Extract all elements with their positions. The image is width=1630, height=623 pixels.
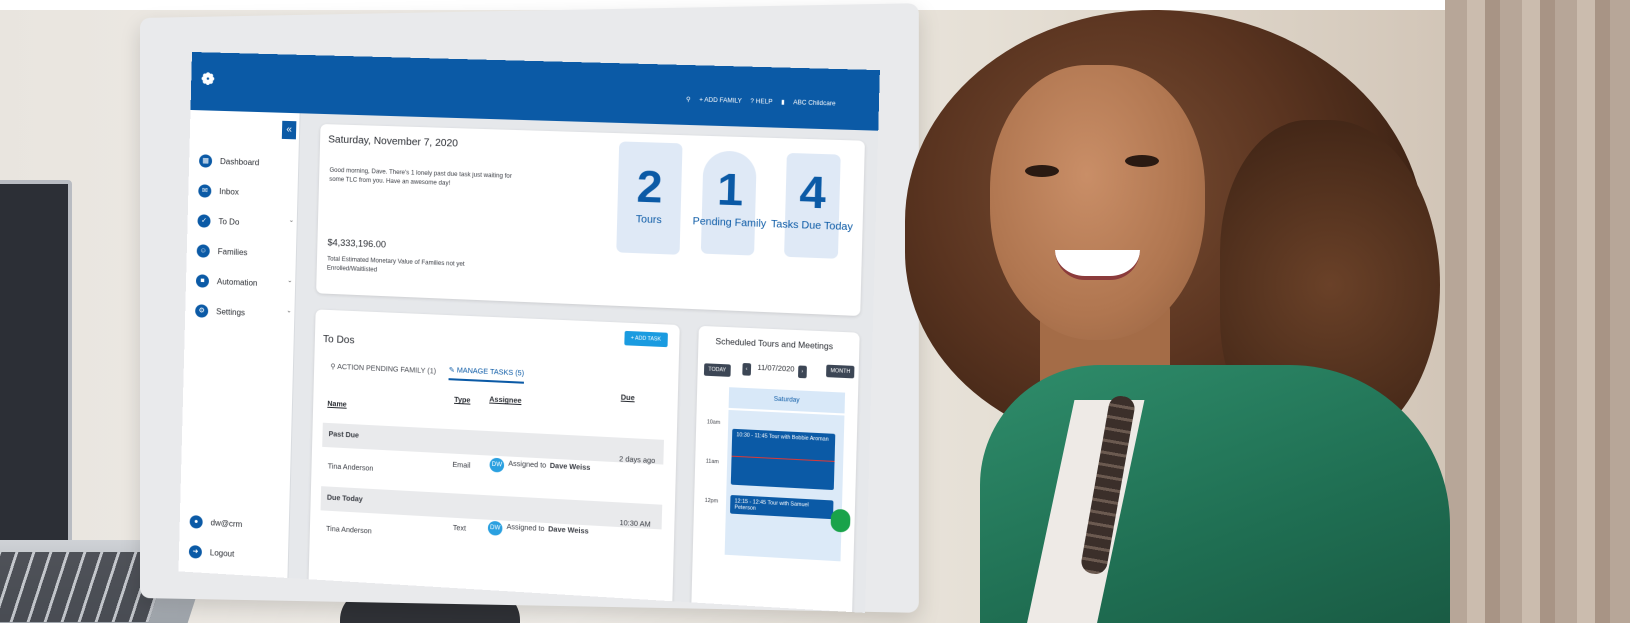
sidebar-item-label: Automation	[216, 277, 258, 288]
logout-icon: ➜	[188, 544, 203, 559]
stat-value: 2	[636, 161, 664, 213]
page-title: Saturday, November 7, 2020	[328, 134, 459, 150]
top-actions: ⚲ + ADD FAMILY ? HELP ▮ ABC Childcare	[686, 96, 836, 108]
families-icon: ☺	[196, 244, 210, 258]
chat-icon[interactable]	[830, 508, 851, 533]
app-logo[interactable]: ❁	[201, 69, 215, 89]
sidebar-item-label: Dashboard	[219, 156, 260, 168]
day-header: Saturday	[728, 387, 846, 414]
sidebar-item-label: Families	[217, 247, 248, 258]
avatar: DW	[489, 457, 505, 473]
row-type: Email	[452, 461, 471, 470]
gear-icon: ⚙	[195, 304, 209, 318]
avatar: DW	[487, 520, 503, 536]
row-name: Tina Anderson	[326, 525, 372, 536]
user-icon: ●	[189, 515, 203, 529]
month-view-button[interactable]: MONTH	[826, 364, 855, 379]
group-label: Past Due	[328, 431, 360, 440]
row-type: Text	[452, 524, 467, 533]
chevron-down-icon: ˇ	[288, 280, 292, 290]
help-button[interactable]: ? HELP	[750, 98, 772, 105]
user-account[interactable]: ● dw@crm	[189, 515, 285, 533]
row-name: Tina Anderson	[327, 463, 374, 473]
sidebar-item-inbox[interactable]: ✉ Inbox	[198, 184, 293, 200]
time-label: 12pm	[704, 497, 719, 505]
tab-label: ACTION PENDING FAMILY (1)	[337, 363, 437, 376]
crm-app-screen: ❁ ⚲ + ADD FAMILY ? HELP ▮ ABC Childcare …	[178, 52, 880, 613]
sidebar-item-todo[interactable]: ✓ To Do ˇ	[197, 214, 293, 231]
time-label: 11am	[705, 458, 719, 466]
chevron-down-icon: ˇ	[289, 219, 293, 229]
schedule-title: Scheduled Tours and Meetings	[715, 336, 834, 352]
sidebar: « ▦ Dashboard ✉ Inbox ✓ To Do ˇ ☺ Famili…	[178, 109, 301, 579]
next-date-button[interactable]: ›	[797, 365, 807, 379]
greeting-text: Good morning, Dave. There's 1 lonely pas…	[329, 167, 512, 187]
monetary-caption: Total Estimated Monetary Value of Famili…	[326, 256, 465, 274]
sidebar-item-label: Inbox	[219, 187, 239, 197]
todos-card: To Dos + ADD TASK ⚲ ACTION PENDING FAMIL…	[308, 309, 680, 613]
pencil-icon: ✎	[448, 366, 457, 375]
person-eye	[1125, 155, 1159, 167]
curtain	[1445, 0, 1630, 623]
person-eye	[1025, 165, 1059, 177]
row-assignee-prefix: Assigned to	[506, 523, 545, 534]
todo-icon: ✓	[197, 214, 211, 228]
schedule-date: 11/07/2020	[757, 364, 795, 374]
sidebar-item-label: To Do	[218, 217, 240, 227]
logout-label: Logout	[209, 548, 235, 559]
schedule-card: Scheduled Tours and Meetings TODAY ‹ 11/…	[691, 325, 860, 613]
collapse-sidebar-button[interactable]: «	[281, 120, 297, 140]
stat-value: 1	[716, 164, 744, 216]
table-row[interactable]: Tina Anderson Text DW Assigned to Dave W…	[316, 309, 680, 536]
stat-tours[interactable]: 2 Tours	[617, 161, 682, 227]
logout-button[interactable]: ➜ Logout	[188, 544, 284, 564]
tab-action-pending-family[interactable]: ⚲ ACTION PENDING FAMILY (1)	[330, 363, 436, 376]
chevron-down-icon: ˇ	[287, 310, 291, 320]
sidebar-item-label: Settings	[216, 307, 246, 318]
stat-label: Tours	[635, 214, 662, 227]
todos-title: To Dos	[322, 333, 355, 347]
automation-icon: ■	[195, 274, 210, 288]
column-assignee[interactable]: Assignee	[489, 396, 521, 405]
stat-label: Tasks Due Today	[770, 218, 853, 234]
add-family-button[interactable]: + ADD FAMILY	[699, 97, 742, 104]
org-name[interactable]: ABC Childcare	[793, 100, 836, 107]
user-email: dw@crm	[210, 518, 243, 530]
column-type[interactable]: Type	[454, 397, 470, 405]
sidebar-item-automation[interactable]: ■ Automation ˇ	[195, 274, 292, 291]
row-due: 10:30 AM	[619, 519, 651, 529]
column-due[interactable]: Due	[621, 394, 635, 402]
row-assignee-prefix: Assigned to	[508, 460, 547, 470]
column-name[interactable]: Name	[327, 401, 347, 409]
document-icon[interactable]: ▮	[781, 99, 785, 106]
group-label: Due Today	[326, 494, 363, 504]
row-assignee: Dave Weiss	[549, 462, 591, 473]
summary-card: Saturday, November 7, 2020 Good morning,…	[316, 123, 865, 317]
laptop-screen	[0, 180, 72, 550]
row-assignee: Dave Weiss	[548, 526, 589, 536]
table-row[interactable]: Tina Anderson Email DW Assigned to Dave …	[316, 309, 680, 473]
row-due: 2 days ago	[619, 456, 656, 466]
prev-date-button[interactable]: ‹	[742, 362, 751, 376]
monetary-value: $4,333,196.00	[327, 237, 387, 250]
today-button[interactable]: TODAY	[703, 363, 731, 377]
stat-value: 4	[798, 166, 827, 219]
time-label: 10am	[706, 419, 721, 427]
search-icon[interactable]: ⚲	[686, 96, 691, 103]
person-face	[990, 65, 1205, 340]
stat-pending-family[interactable]: 1 Pending Family	[691, 164, 769, 230]
inbox-icon: ✉	[198, 184, 212, 198]
sidebar-item-dashboard[interactable]: ▦ Dashboard	[198, 154, 294, 170]
photo-scene: ❁ ⚲ + ADD FAMILY ? HELP ▮ ABC Childcare …	[0, 0, 1630, 623]
stat-tasks-due[interactable]: 4 Tasks Due Today	[768, 166, 858, 234]
tab-manage-tasks[interactable]: ✎ MANAGE TASKS (5)	[448, 365, 525, 384]
sidebar-item-settings[interactable]: ⚙ Settings ˇ	[195, 304, 290, 321]
tab-label: MANAGE TASKS (5)	[456, 367, 525, 378]
sidebar-item-families[interactable]: ☺ Families	[196, 244, 292, 261]
add-task-button[interactable]: + ADD TASK	[624, 330, 668, 348]
dashboard-icon: ▦	[198, 154, 213, 168]
